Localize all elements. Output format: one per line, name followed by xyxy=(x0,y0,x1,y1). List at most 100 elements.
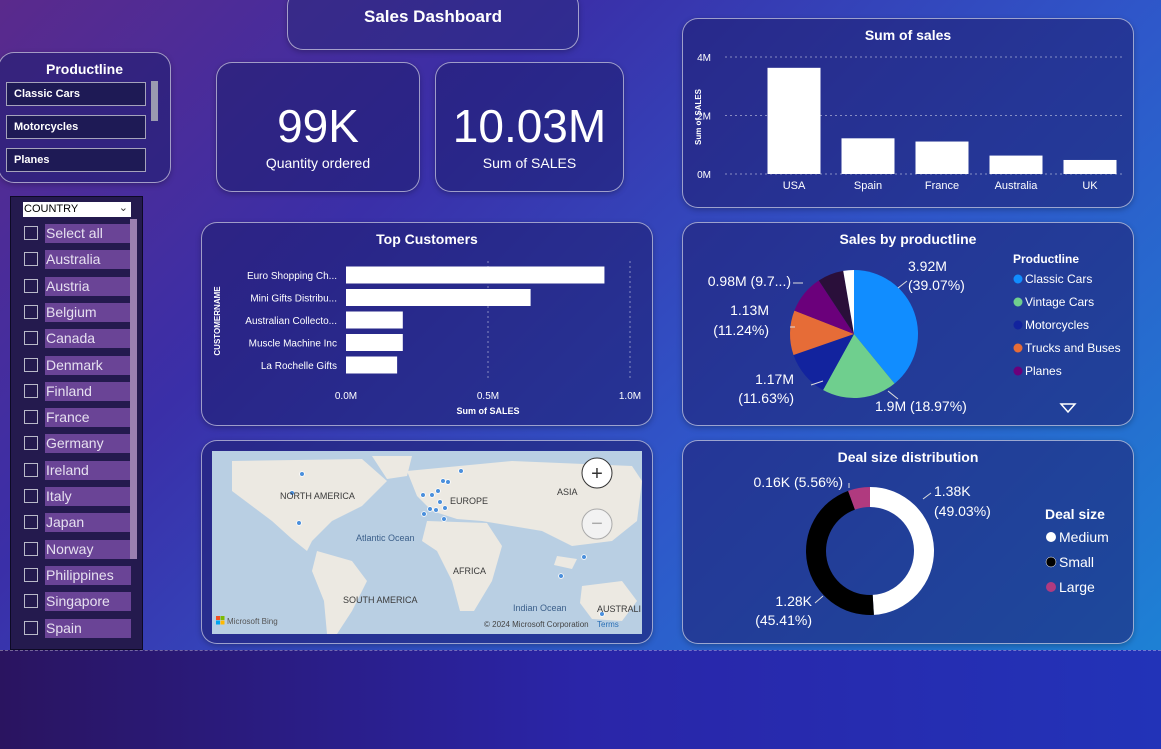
country-item[interactable]: Japan xyxy=(23,513,143,533)
country-item[interactable]: Germany xyxy=(23,434,143,454)
data-label: 0.98M (9.7...) xyxy=(708,273,791,289)
bar[interactable] xyxy=(1063,159,1117,174)
x-axis-label: Sum of SALES xyxy=(456,406,519,416)
checkbox[interactable] xyxy=(24,620,38,635)
map-marker[interactable] xyxy=(429,492,435,498)
zoom-in-button[interactable]: + xyxy=(581,457,613,489)
bar[interactable] xyxy=(346,356,398,374)
checkbox[interactable] xyxy=(24,462,38,477)
kpi-sales-value: 10.03M xyxy=(452,100,607,152)
checkbox[interactable] xyxy=(24,567,38,582)
map-marker[interactable] xyxy=(558,573,564,579)
country-dropdown-label: COUNTRY xyxy=(24,203,79,215)
checkbox[interactable] xyxy=(24,541,38,556)
checkbox[interactable] xyxy=(24,357,38,372)
productline-scrollbar[interactable] xyxy=(151,81,158,121)
country-item[interactable]: Singapore xyxy=(23,592,143,612)
map-marker[interactable] xyxy=(581,554,587,560)
map-marker[interactable] xyxy=(437,499,443,505)
legend-marker xyxy=(1046,582,1056,592)
country-scrollbar[interactable] xyxy=(130,219,137,559)
map-marker[interactable] xyxy=(445,479,451,485)
checkbox[interactable] xyxy=(24,410,38,425)
zoom-out-button[interactable]: − xyxy=(581,508,613,540)
map-label-asia: ASIA xyxy=(557,487,578,497)
checkbox[interactable] xyxy=(24,278,38,293)
map-marker[interactable] xyxy=(421,511,427,517)
bar[interactable] xyxy=(346,311,403,329)
chevron-down-icon[interactable]: ⌄ xyxy=(119,201,128,214)
country-dropdown[interactable]: COUNTRY ⌄ xyxy=(23,202,131,217)
checkbox[interactable] xyxy=(24,304,38,319)
country-item[interactable]: Select all xyxy=(23,224,143,243)
country-item[interactable]: Philippines xyxy=(23,565,143,585)
map-marker[interactable] xyxy=(435,488,441,494)
map-marker[interactable] xyxy=(442,505,448,511)
country-item[interactable]: Finland xyxy=(23,381,143,401)
map-marker[interactable] xyxy=(440,478,446,484)
bar[interactable] xyxy=(346,334,403,351)
plus-icon: + xyxy=(591,463,603,485)
country-item[interactable]: Italy xyxy=(23,487,143,506)
productline-item-motorcycles[interactable]: Motorcycles xyxy=(6,115,146,139)
checkbox[interactable] xyxy=(24,383,38,398)
deal-size-card: Deal size distribution 1.38K (49.03%) 1.28… xyxy=(682,440,1134,644)
productline-item-classic-cars[interactable]: Classic Cars xyxy=(6,82,146,106)
productline-item-planes[interactable]: Planes xyxy=(6,148,146,172)
legend-marker xyxy=(1013,320,1023,330)
checkbox[interactable] xyxy=(24,489,38,503)
legend-marker xyxy=(1013,366,1023,376)
checkbox[interactable] xyxy=(24,252,38,267)
country-item-label: Finland xyxy=(45,381,131,401)
country-item[interactable]: Ireland xyxy=(23,460,143,480)
y-axis-label: CUSTOMERNAME xyxy=(213,286,222,356)
data-label: 1.9M (18.97%) xyxy=(875,398,967,414)
bar[interactable] xyxy=(767,67,821,174)
productline-slicer-title: Productline xyxy=(45,61,123,77)
country-item[interactable]: Australia xyxy=(23,250,143,270)
world-map[interactable]: NORTH AMERICA EUROPE ASIA Atlantic Ocean… xyxy=(212,451,642,634)
bar[interactable] xyxy=(346,266,605,284)
map-marker[interactable] xyxy=(433,507,439,513)
map-attribution-right: © 2024 Microsoft Corporation xyxy=(484,620,589,629)
checkbox[interactable] xyxy=(24,436,38,451)
legend-item: Medium xyxy=(1059,529,1109,545)
legend-scroll-down-icon[interactable] xyxy=(1059,403,1077,414)
bar[interactable] xyxy=(841,138,895,174)
map-marker[interactable] xyxy=(420,492,426,498)
map-marker[interactable] xyxy=(458,468,464,474)
bar[interactable] xyxy=(915,141,969,174)
country-item[interactable]: Spain xyxy=(23,618,143,638)
sum-of-sales-card: Sum of sales 0M 2M 4M Sum of SALES USA Spain F… xyxy=(682,18,1134,208)
map-marker[interactable] xyxy=(441,516,447,522)
x-tick-label: UK xyxy=(1082,180,1098,192)
data-label: 1.13M xyxy=(730,302,769,318)
legend-item: Large xyxy=(1059,579,1095,595)
country-item[interactable]: France xyxy=(23,408,143,428)
country-slicer: COUNTRY ⌄ Select all Australia Austria Belg… xyxy=(10,196,143,650)
pie-slice[interactable] xyxy=(806,490,874,615)
map-marker[interactable] xyxy=(427,506,433,512)
country-item-label: Select all xyxy=(45,224,131,243)
map-label-australia: AUSTRALI xyxy=(597,604,641,614)
data-label: 1.28K xyxy=(775,593,812,609)
map-marker[interactable] xyxy=(299,471,305,477)
country-item[interactable]: Austria xyxy=(23,276,143,296)
country-item[interactable]: Norway xyxy=(23,539,143,559)
country-item[interactable]: Belgium xyxy=(23,302,143,322)
map-marker[interactable] xyxy=(296,520,302,526)
country-item-label: Denmark xyxy=(45,355,131,375)
bar[interactable] xyxy=(346,289,531,306)
checkbox[interactable] xyxy=(24,515,38,530)
country-item[interactable]: Canada xyxy=(23,329,143,349)
bar[interactable] xyxy=(989,155,1043,174)
country-item-label: Canada xyxy=(45,329,131,349)
country-item[interactable]: Denmark xyxy=(23,355,143,375)
data-label: (39.07%) xyxy=(908,277,965,293)
map-label-africa: AFRICA xyxy=(453,566,486,576)
map-terms-link[interactable]: Terms xyxy=(597,620,619,629)
pie-slice[interactable] xyxy=(870,487,934,615)
checkbox[interactable] xyxy=(24,331,38,346)
checkbox[interactable] xyxy=(24,594,38,609)
checkbox[interactable] xyxy=(24,226,38,240)
